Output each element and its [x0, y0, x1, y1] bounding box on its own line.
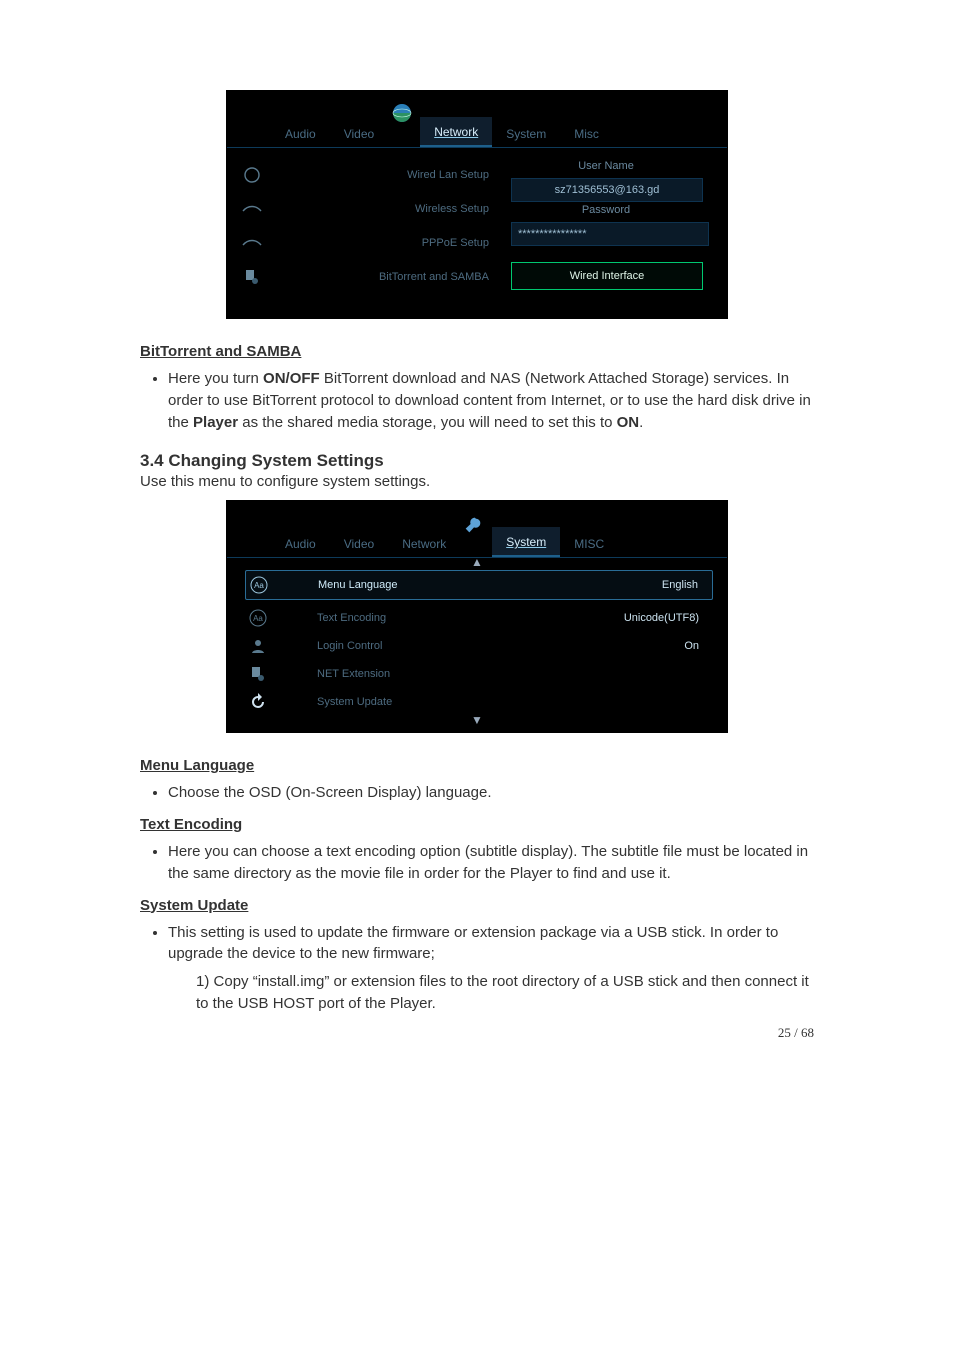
menu-system-update[interactable]: System Update: [245, 688, 713, 716]
aa-icon: Aa: [246, 574, 272, 596]
menu-label: Login Control: [317, 640, 390, 652]
menu-label: Menu Language: [318, 579, 406, 591]
tab-system[interactable]: System: [492, 119, 560, 147]
tab-misc[interactable]: MISC: [560, 529, 618, 557]
tab-video[interactable]: Video: [330, 529, 388, 557]
menu-login-control[interactable]: Login Control On: [245, 632, 713, 660]
storage-icon: [245, 663, 271, 685]
paragraph: Choose the OSD (On-Screen Display) langu…: [168, 782, 814, 804]
heading-menu-language: Menu Language: [140, 757, 814, 774]
tab-misc[interactable]: Misc: [560, 119, 613, 147]
wifi-icon: [239, 232, 265, 254]
username-field[interactable]: sz71356553@163.gd: [511, 178, 703, 202]
paragraph: Here you turn ON/OFF BitTorrent download…: [168, 368, 814, 433]
update-icon: [245, 691, 271, 713]
menu-wired-lan[interactable]: Wired Lan Setup: [239, 160, 497, 190]
subtext: Use this menu to configure system settin…: [140, 473, 814, 490]
heading-system-update: System Update: [140, 897, 814, 914]
tab-bar: Audio Video Network System Misc: [227, 91, 727, 148]
person-icon: [245, 635, 271, 657]
wrench-icon: [462, 511, 490, 547]
svg-text:Aa: Aa: [253, 614, 263, 623]
aa-icon: Aa: [245, 607, 271, 629]
page-number: 25 / 68: [140, 1025, 814, 1041]
menu-label: System Update: [317, 696, 400, 708]
menu-menu-language[interactable]: Aa Menu Language English: [245, 570, 713, 600]
username-label: User Name: [511, 160, 701, 176]
menu-net-extension[interactable]: NET Extension: [245, 660, 713, 688]
tab-network[interactable]: Network: [388, 529, 460, 557]
network-settings-screenshot: Audio Video Network System Misc Wired La…: [226, 90, 728, 319]
password-field[interactable]: ****************: [511, 222, 709, 246]
value: English: [662, 579, 698, 591]
svg-text:Aa: Aa: [254, 581, 264, 590]
menu-wireless[interactable]: Wireless Setup: [239, 194, 497, 224]
menu-label: Text Encoding: [317, 612, 394, 624]
tab-bar: Audio Video Network System MISC: [227, 501, 727, 558]
tab-network[interactable]: Network: [420, 117, 492, 147]
scroll-up-icon: ▲: [227, 558, 727, 568]
menu-label: Wireless Setup: [271, 203, 497, 215]
step-1: Copy “install.img” or extension files to…: [196, 971, 814, 1015]
storage-icon: [239, 266, 265, 288]
heading-text-encoding: Text Encoding: [140, 816, 814, 833]
menu-label: BitTorrent and SAMBA: [271, 271, 497, 283]
tab-video[interactable]: Video: [330, 119, 388, 147]
menu-pppoe[interactable]: PPPoE Setup: [239, 228, 497, 258]
heading-3-4: 3.4 Changing System Settings: [140, 451, 814, 471]
tab-system[interactable]: System: [492, 527, 560, 557]
value: On: [684, 640, 699, 652]
scroll-down-icon: ▼: [227, 716, 727, 726]
menu-bt-samba[interactable]: BitTorrent and SAMBA: [239, 262, 497, 292]
menu-label: PPPoE Setup: [271, 237, 497, 249]
tab-audio[interactable]: Audio: [271, 119, 330, 147]
paragraph: Here you can choose a text encoding opti…: [168, 841, 814, 885]
tab-audio[interactable]: Audio: [271, 529, 330, 557]
globe-icon: [390, 101, 418, 137]
globe-small-icon: [239, 164, 265, 186]
wifi-icon: [239, 198, 265, 220]
heading-bittorrent-samba: BitTorrent and SAMBA: [140, 343, 814, 360]
system-settings-screenshot: Audio Video Network System MISC ▲ Aa Men…: [226, 500, 728, 733]
menu-label: Wired Lan Setup: [271, 169, 497, 181]
menu-label: NET Extension: [317, 668, 398, 680]
menu-text-encoding[interactable]: Aa Text Encoding Unicode(UTF8): [245, 604, 713, 632]
wired-interface-button[interactable]: Wired Interface: [511, 262, 703, 290]
password-label: Password: [511, 204, 701, 220]
paragraph: This setting is used to update the firmw…: [168, 922, 814, 1015]
value: Unicode(UTF8): [624, 612, 699, 624]
